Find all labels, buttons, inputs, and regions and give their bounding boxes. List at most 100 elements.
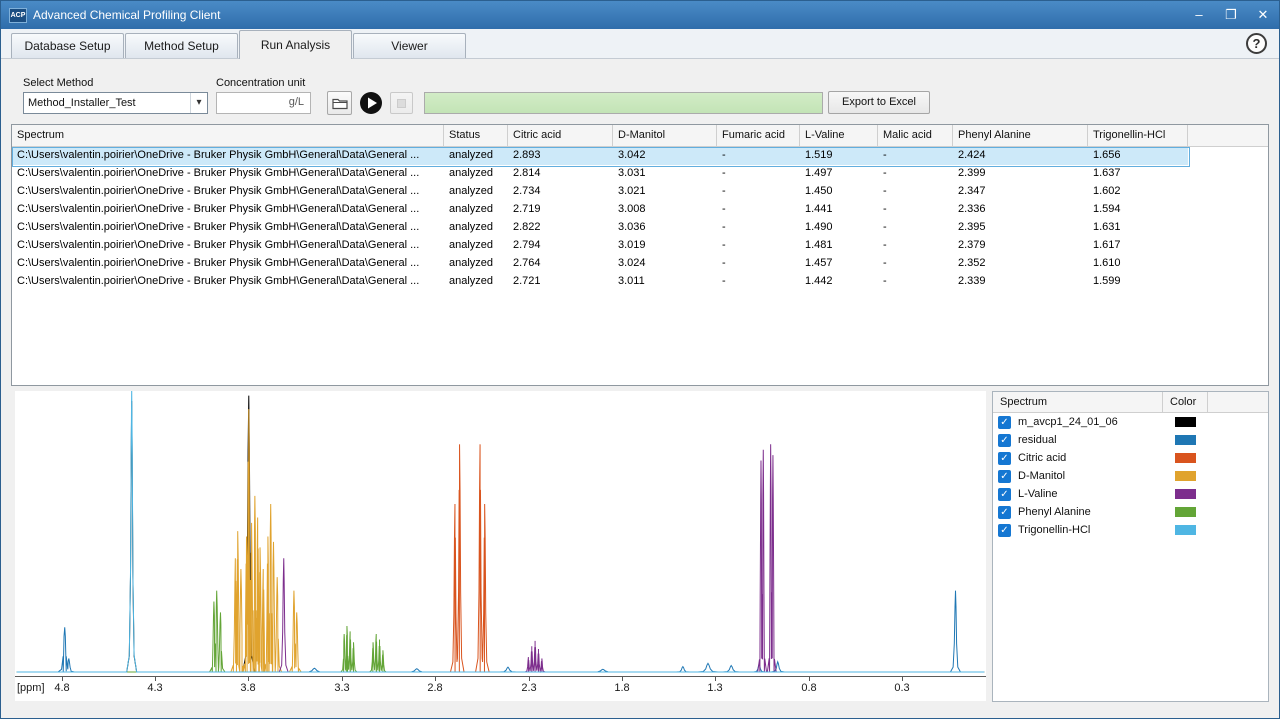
table-cell: analyzed xyxy=(444,273,508,291)
run-analysis-button[interactable] xyxy=(358,91,383,115)
table-cell: - xyxy=(878,147,953,165)
tab-viewer[interactable]: Viewer xyxy=(353,33,466,58)
x-tick-label: 0.8 xyxy=(801,682,816,694)
column-header[interactable]: Malic acid xyxy=(878,125,953,146)
legend-row[interactable]: ✓m_avcp1_24_01_06 xyxy=(993,413,1268,431)
series-residual xyxy=(17,591,985,672)
table-cell: 1.457 xyxy=(800,255,878,273)
color-swatch[interactable] xyxy=(1175,489,1196,499)
tab-run-analysis[interactable]: Run Analysis xyxy=(239,30,352,59)
maximize-button[interactable]: ❐ xyxy=(1223,7,1239,23)
method-select[interactable]: Method_Installer_Test ▾ xyxy=(23,92,208,114)
minimize-button[interactable]: – xyxy=(1191,7,1207,23)
column-header[interactable]: Citric acid xyxy=(508,125,613,146)
chevron-down-icon[interactable]: ▾ xyxy=(190,93,207,113)
table-cell: 1.637 xyxy=(1088,165,1188,183)
legend-panel: Spectrum Color ✓m_avcp1_24_01_06✓residua… xyxy=(992,391,1269,702)
table-cell: - xyxy=(717,147,800,165)
x-tick-label: 3.8 xyxy=(240,682,255,694)
column-header[interactable]: Phenyl Alanine xyxy=(953,125,1088,146)
stop-icon xyxy=(397,99,406,108)
stop-button[interactable] xyxy=(390,92,413,114)
table-cell: 1.610 xyxy=(1088,255,1188,273)
table-row[interactable]: C:\Users\valentin.poirier\OneDrive - Bru… xyxy=(12,183,1268,201)
legend-row[interactable]: ✓L-Valine xyxy=(993,485,1268,503)
column-header[interactable]: Fumaric acid xyxy=(717,125,800,146)
series-d-manitol xyxy=(17,409,985,672)
checkbox-checked-icon[interactable]: ✓ xyxy=(998,524,1011,537)
table-cell: 2.794 xyxy=(508,237,613,255)
tab-database-setup[interactable]: Database Setup xyxy=(11,33,124,58)
x-tick-mark xyxy=(902,677,903,681)
table-cell: 3.021 xyxy=(613,183,717,201)
legend-row[interactable]: ✓Trigonellin-HCl xyxy=(993,521,1268,539)
table-cell: 3.019 xyxy=(613,237,717,255)
color-swatch[interactable] xyxy=(1175,417,1196,427)
table-cell: 2.395 xyxy=(953,219,1088,237)
table-cell: 3.036 xyxy=(613,219,717,237)
x-tick-mark xyxy=(62,677,63,681)
legend-row[interactable]: ✓Phenyl Alanine xyxy=(993,503,1268,521)
titlebar: ACP Advanced Chemical Profiling Client –… xyxy=(1,1,1279,29)
checkbox-checked-icon[interactable]: ✓ xyxy=(998,434,1011,447)
table-cell: C:\Users\valentin.poirier\OneDrive - Bru… xyxy=(12,237,444,255)
column-header[interactable]: Spectrum xyxy=(12,125,444,146)
legend-row[interactable]: ✓residual xyxy=(993,431,1268,449)
color-swatch[interactable] xyxy=(1175,525,1196,535)
table-cell: - xyxy=(878,165,953,183)
table-row[interactable]: C:\Users\valentin.poirier\OneDrive - Bru… xyxy=(12,273,1268,291)
table-cell xyxy=(1188,201,1268,219)
spectrum-plot[interactable] xyxy=(15,391,986,677)
table-cell: - xyxy=(717,237,800,255)
table-row[interactable]: C:\Users\valentin.poirier\OneDrive - Bru… xyxy=(12,237,1268,255)
window-title: Advanced Chemical Profiling Client xyxy=(33,8,220,22)
color-swatch[interactable] xyxy=(1175,435,1196,445)
table-cell: analyzed xyxy=(444,219,508,237)
checkbox-checked-icon[interactable]: ✓ xyxy=(998,470,1011,483)
checkbox-checked-icon[interactable]: ✓ xyxy=(998,416,1011,429)
legend-rows: ✓m_avcp1_24_01_06✓residual✓Citric acid✓D… xyxy=(993,413,1268,539)
table-cell: analyzed xyxy=(444,237,508,255)
table-cell xyxy=(1188,183,1268,201)
x-tick-mark xyxy=(809,677,810,681)
color-swatch[interactable] xyxy=(1175,507,1196,517)
x-tick-mark xyxy=(715,677,716,681)
checkbox-checked-icon[interactable]: ✓ xyxy=(998,452,1011,465)
legend-row[interactable]: ✓Citric acid xyxy=(993,449,1268,467)
table-cell xyxy=(1188,255,1268,273)
x-tick-label: 1.8 xyxy=(614,682,629,694)
table-cell: 1.602 xyxy=(1088,183,1188,201)
legend-color-column-header[interactable]: Color xyxy=(1163,392,1208,412)
table-row[interactable]: C:\Users\valentin.poirier\OneDrive - Bru… xyxy=(12,255,1268,273)
legend-spectrum-column-header[interactable]: Spectrum xyxy=(993,392,1163,412)
table-row[interactable]: C:\Users\valentin.poirier\OneDrive - Bru… xyxy=(12,201,1268,219)
table-row[interactable]: C:\Users\valentin.poirier\OneDrive - Bru… xyxy=(12,147,1268,165)
concentration-unit-input[interactable]: g/L xyxy=(216,92,311,114)
column-header[interactable]: Status xyxy=(444,125,508,146)
checkbox-checked-icon[interactable]: ✓ xyxy=(998,488,1011,501)
checkbox-checked-icon[interactable]: ✓ xyxy=(998,506,1011,519)
table-cell: analyzed xyxy=(444,183,508,201)
x-axis: [ppm] 4.84.33.83.32.82.31.81.30.80.3 xyxy=(15,677,986,701)
column-header[interactable]: L-Valine xyxy=(800,125,878,146)
series-m_avcp1_24_01_06 xyxy=(17,396,985,672)
table-cell: 3.031 xyxy=(613,165,717,183)
color-swatch[interactable] xyxy=(1175,453,1196,463)
color-swatch[interactable] xyxy=(1175,471,1196,481)
help-button[interactable]: ? xyxy=(1246,33,1267,54)
legend-row[interactable]: ✓D-Manitol xyxy=(993,467,1268,485)
table-row[interactable]: C:\Users\valentin.poirier\OneDrive - Bru… xyxy=(12,219,1268,237)
table-cell: 2.719 xyxy=(508,201,613,219)
bottom-section: [ppm] 4.84.33.83.32.82.31.81.30.80.3 Spe… xyxy=(1,386,1279,718)
table-row[interactable]: C:\Users\valentin.poirier\OneDrive - Bru… xyxy=(12,165,1268,183)
tab-method-setup[interactable]: Method Setup xyxy=(125,33,238,58)
x-tick-mark xyxy=(435,677,436,681)
open-folder-button[interactable] xyxy=(327,91,352,115)
column-header[interactable]: D-Manitol xyxy=(613,125,717,146)
export-to-excel-button[interactable]: Export to Excel xyxy=(828,91,930,114)
close-button[interactable]: ✕ xyxy=(1255,7,1271,23)
column-header[interactable]: Trigonellin-HCl xyxy=(1088,125,1188,146)
table-cell: - xyxy=(717,165,800,183)
table-cell: C:\Users\valentin.poirier\OneDrive - Bru… xyxy=(12,183,444,201)
table-cell: 1.450 xyxy=(800,183,878,201)
